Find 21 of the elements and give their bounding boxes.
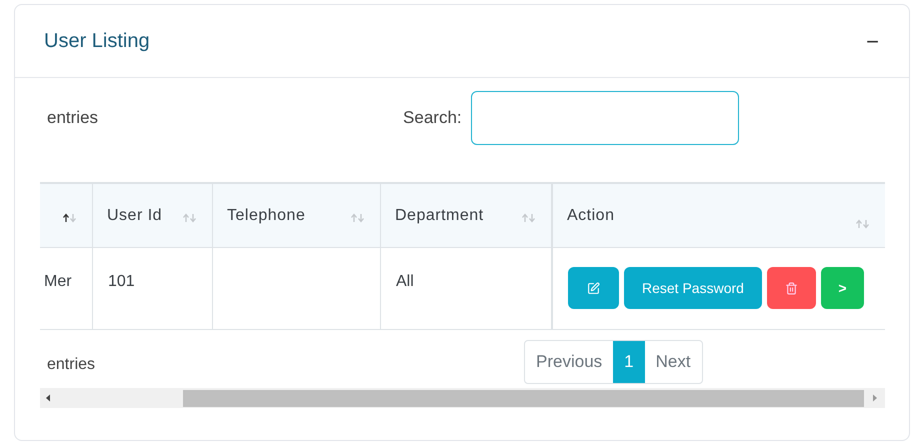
card-title: User Listing	[44, 29, 150, 54]
search-label: Search:	[403, 107, 462, 130]
column-header[interactable]: User Id	[92, 184, 212, 247]
column-header[interactable]: Telephone	[212, 184, 380, 247]
trash-icon	[784, 282, 798, 294]
search-field[interactable]	[470, 91, 739, 145]
table-cell: 101	[92, 248, 212, 329]
collapse-button[interactable]: −	[866, 24, 879, 58]
delete-button[interactable]	[766, 267, 816, 309]
table-cell-text: Mer	[43, 272, 73, 292]
column-header[interactable]: Department	[380, 184, 551, 247]
table-cell: All	[380, 248, 551, 329]
length-text: entries	[47, 107, 98, 130]
page-button[interactable]: Next	[644, 341, 702, 383]
page-button[interactable]: Previous	[525, 341, 614, 383]
column-header[interactable]: Action	[551, 184, 885, 247]
edit-icon	[587, 282, 600, 294]
sort-icon[interactable]	[62, 212, 78, 222]
edit-button[interactable]	[568, 267, 619, 309]
info-text: entries	[47, 355, 96, 375]
horizontal-scrollbar[interactable]	[40, 388, 885, 408]
